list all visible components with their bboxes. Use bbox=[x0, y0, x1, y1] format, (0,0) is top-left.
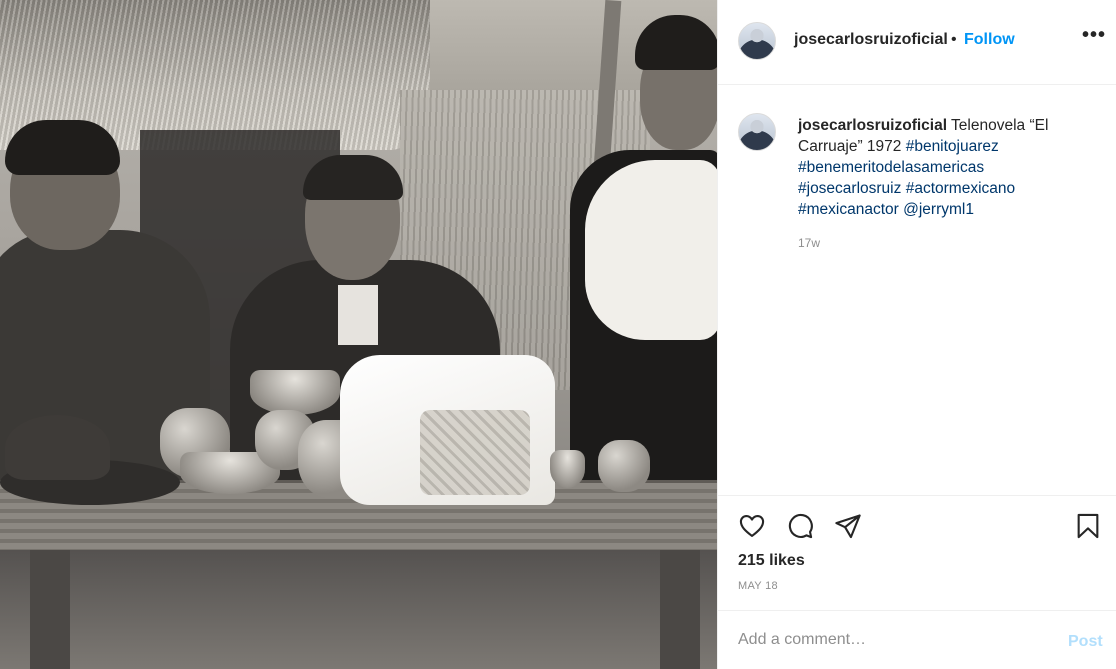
photo-person-center-shirt bbox=[338, 285, 378, 345]
caption-avatar[interactable] bbox=[738, 113, 776, 151]
header-username[interactable]: josecarlosruizoficial bbox=[794, 31, 948, 49]
comment-icon[interactable] bbox=[786, 512, 814, 540]
avatar[interactable] bbox=[738, 22, 776, 60]
caption-timestamp[interactable]: 17w bbox=[798, 236, 820, 250]
photo-jug bbox=[598, 440, 650, 492]
hashtag-link[interactable]: #actormexicano bbox=[906, 180, 1015, 197]
comment-input[interactable] bbox=[738, 625, 1038, 655]
heart-icon[interactable] bbox=[738, 512, 766, 540]
photo-scene-floor bbox=[0, 550, 717, 669]
post-sidebar: josecarlosruizoficial • Follow ••• josec… bbox=[717, 0, 1116, 669]
post-header: josecarlosruizoficial • Follow ••• bbox=[718, 0, 1116, 85]
likes-count[interactable]: 215 likes bbox=[738, 552, 805, 570]
photo-basket bbox=[420, 410, 530, 495]
photo-person-center-hair bbox=[303, 155, 403, 200]
follow-button[interactable]: Follow bbox=[964, 31, 1015, 49]
hashtag-link[interactable]: #mexicanactor bbox=[798, 201, 899, 218]
photo-table-leg bbox=[660, 545, 700, 669]
photo-cup bbox=[550, 450, 585, 488]
header-separator: • bbox=[951, 31, 957, 48]
caption-username[interactable]: josecarlosruizoficial bbox=[798, 117, 947, 134]
hashtag-link[interactable]: #josecarlosruiz bbox=[798, 180, 901, 197]
more-options-icon[interactable]: ••• bbox=[1082, 24, 1106, 47]
photo-table-leg bbox=[30, 545, 70, 669]
post-date[interactable]: MAY 18 bbox=[738, 580, 778, 592]
post-actions: 215 likes MAY 18 bbox=[718, 495, 1116, 610]
photo-hat-crown bbox=[5, 415, 110, 480]
photo-bowl bbox=[250, 370, 340, 415]
post-comment-button[interactable]: Post bbox=[1068, 633, 1103, 651]
mention-link[interactable]: @jerryml1 bbox=[903, 201, 974, 218]
post-photo[interactable] bbox=[0, 0, 717, 669]
bookmark-icon[interactable] bbox=[1074, 512, 1102, 540]
comment-bar: Post bbox=[718, 610, 1116, 669]
photo-person-right-sleeve bbox=[585, 160, 717, 340]
caption-text: josecarlosruizoficial Telenovela “El Car… bbox=[798, 115, 1088, 220]
share-icon[interactable] bbox=[834, 512, 862, 540]
hashtag-link[interactable]: #benemeritodelasamericas bbox=[798, 159, 984, 176]
hashtag-link[interactable]: #benitojuarez bbox=[906, 138, 999, 155]
comments-area: josecarlosruizoficial Telenovela “El Car… bbox=[718, 85, 1116, 495]
photo-person-left-hair bbox=[5, 120, 120, 175]
